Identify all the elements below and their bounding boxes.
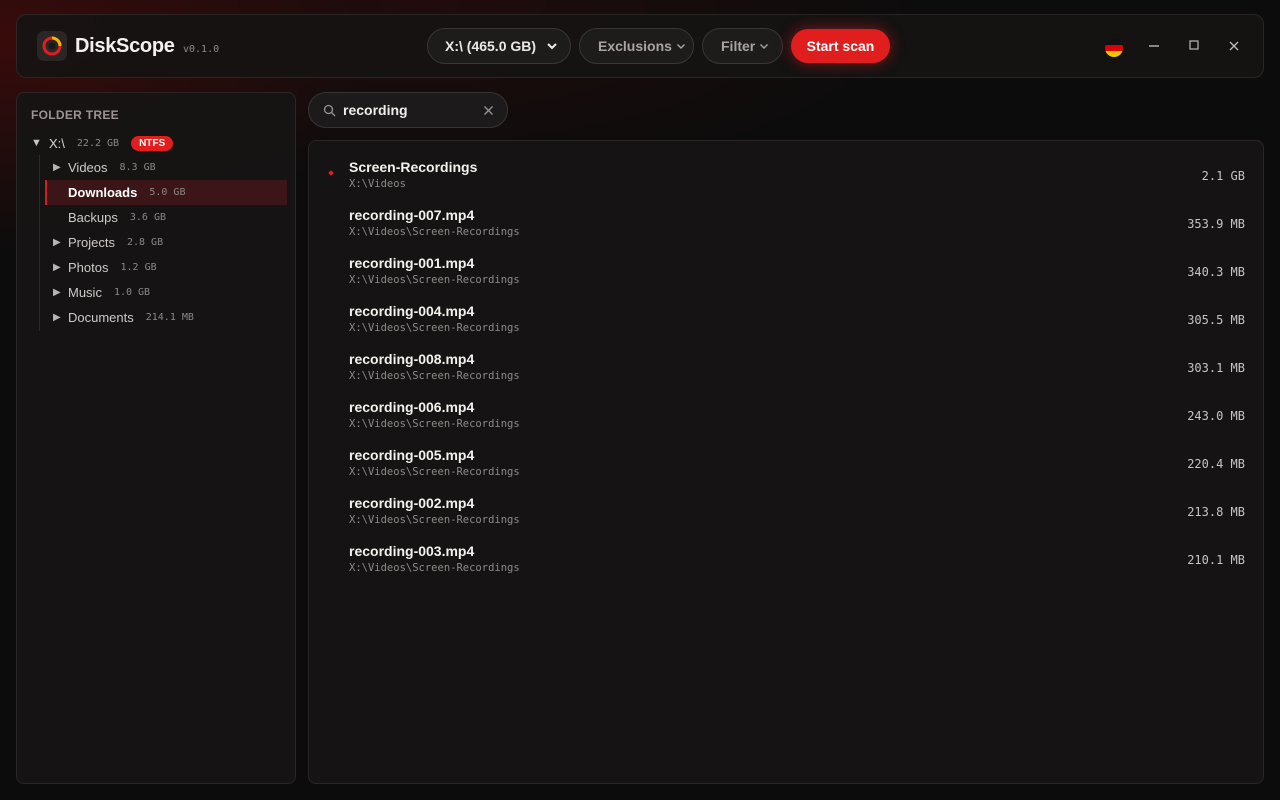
search-results-panel: Screen-Recordings X:\Videos 2.1 GB recor… bbox=[308, 140, 1264, 784]
tree-root-drive[interactable]: ▼ X:\ 22.2 GB NTFS bbox=[31, 133, 174, 153]
exclusions-label: Exclusions bbox=[598, 38, 672, 54]
exclusions-button[interactable]: Exclusions bbox=[579, 28, 694, 64]
result-size: 210.1 MB bbox=[1187, 553, 1245, 567]
tree-item-label: Music bbox=[68, 285, 102, 300]
tree-item-music[interactable]: ▶ Music 1.0 GB bbox=[45, 280, 287, 305]
tree-item-videos[interactable]: ▶ Videos 8.3 GB bbox=[45, 155, 287, 180]
tree-item-size: 3.6 GB bbox=[129, 212, 166, 223]
expand-triangle-icon[interactable]: ▼ bbox=[31, 137, 49, 149]
result-name: recording-004.mp4 bbox=[349, 303, 475, 319]
maximize-icon[interactable] bbox=[1185, 37, 1203, 55]
result-path: X:\Videos\Screen-Recordings bbox=[349, 274, 520, 286]
tree-root-size: 22.2 GB bbox=[76, 137, 120, 149]
tree-item-backups[interactable]: Backups 3.6 GB bbox=[45, 205, 287, 230]
folder-tree-title: FOLDER TREE bbox=[31, 108, 119, 122]
tree-item-label: Documents bbox=[68, 310, 134, 325]
result-size: 303.1 MB bbox=[1187, 361, 1245, 375]
result-size: 340.3 MB bbox=[1187, 265, 1245, 279]
folder-marker-icon bbox=[328, 170, 334, 176]
result-row[interactable]: recording-007.mp4 X:\Videos\Screen-Recor… bbox=[309, 195, 1263, 243]
tree-item-photos[interactable]: ▶ Photos 1.2 GB bbox=[45, 255, 287, 280]
result-row[interactable]: recording-008.mp4 X:\Videos\Screen-Recor… bbox=[309, 339, 1263, 387]
tree-item-projects[interactable]: ▶ Projects 2.8 GB bbox=[45, 230, 287, 255]
chevron-down-icon bbox=[676, 44, 685, 49]
result-row[interactable]: recording-006.mp4 X:\Videos\Screen-Recor… bbox=[309, 387, 1263, 435]
result-name: recording-005.mp4 bbox=[349, 447, 475, 463]
result-name: recording-001.mp4 bbox=[349, 255, 475, 271]
result-path: X:\Videos\Screen-Recordings bbox=[349, 322, 520, 334]
result-size: 2.1 GB bbox=[1201, 169, 1245, 183]
search-box[interactable] bbox=[308, 92, 508, 128]
result-name: recording-002.mp4 bbox=[349, 495, 475, 511]
result-size: 353.9 MB bbox=[1187, 217, 1245, 231]
language-flag-icon[interactable] bbox=[1105, 39, 1123, 57]
chevron-down-icon bbox=[547, 43, 557, 50]
search-icon bbox=[323, 104, 336, 117]
result-path: X:\Videos\Screen-Recordings bbox=[349, 466, 520, 478]
tree-item-size: 1.0 GB bbox=[113, 287, 151, 298]
tree-item-size: 2.8 GB bbox=[126, 237, 164, 248]
result-path: X:\Videos\Screen-Recordings bbox=[349, 514, 520, 526]
result-name: recording-007.mp4 bbox=[349, 207, 475, 223]
result-row[interactable]: recording-005.mp4 X:\Videos\Screen-Recor… bbox=[309, 435, 1263, 483]
tree-root-label: X:\ bbox=[49, 135, 65, 151]
chevron-down-icon bbox=[760, 44, 769, 49]
tree-item-downloads[interactable]: Downloads 5.0 GB bbox=[45, 180, 287, 205]
tree-item-label: Downloads bbox=[68, 185, 138, 200]
result-name: recording-006.mp4 bbox=[349, 399, 475, 415]
result-size: 213.8 MB bbox=[1187, 505, 1245, 519]
result-path: X:\Videos bbox=[349, 178, 406, 190]
tree-item-size: 1.2 GB bbox=[120, 262, 157, 273]
result-size: 220.4 MB bbox=[1187, 457, 1245, 471]
result-size: 305.5 MB bbox=[1187, 313, 1245, 327]
tree-item-label: Projects bbox=[68, 235, 115, 250]
result-name: Screen-Recordings bbox=[349, 159, 478, 175]
drive-select-label: X:\ (465.0 GB) bbox=[445, 38, 537, 54]
minimize-icon[interactable] bbox=[1145, 37, 1163, 55]
expand-triangle-icon[interactable]: ▶ bbox=[53, 162, 68, 173]
expand-triangle-icon[interactable]: ▶ bbox=[53, 262, 68, 273]
result-row[interactable]: recording-002.mp4 X:\Videos\Screen-Recor… bbox=[309, 483, 1263, 531]
tree-item-size: 214.1 MB bbox=[145, 312, 194, 323]
tree-item-documents[interactable]: ▶ Documents 214.1 MB bbox=[45, 305, 287, 330]
drive-select[interactable]: X:\ (465.0 GB) bbox=[427, 28, 571, 64]
tree-item-label: Videos bbox=[68, 160, 108, 175]
tree-item-label: Backups bbox=[68, 210, 118, 225]
filter-button[interactable]: Filter bbox=[702, 28, 783, 64]
tree-item-label: Photos bbox=[68, 260, 109, 275]
result-name: recording-008.mp4 bbox=[349, 351, 475, 367]
result-row-folder[interactable]: Screen-Recordings X:\Videos 2.1 GB bbox=[309, 147, 1263, 195]
expand-triangle-icon[interactable]: ▶ bbox=[53, 312, 68, 323]
expand-triangle-icon[interactable]: ▶ bbox=[53, 287, 68, 298]
folder-tree-panel: FOLDER TREE ▼ X:\ 22.2 GB NTFS ▶ Videos … bbox=[16, 92, 296, 784]
app-logo-icon bbox=[37, 31, 67, 61]
search-input[interactable] bbox=[343, 101, 473, 119]
app-title: DiskScope bbox=[75, 35, 175, 57]
result-name: recording-003.mp4 bbox=[349, 543, 475, 559]
start-scan-button[interactable]: Start scan bbox=[791, 29, 890, 63]
expand-triangle-icon[interactable]: ▶ bbox=[53, 237, 68, 248]
result-path: X:\Videos\Screen-Recordings bbox=[349, 418, 520, 430]
result-row[interactable]: recording-003.mp4 X:\Videos\Screen-Recor… bbox=[309, 531, 1263, 579]
close-icon[interactable] bbox=[483, 105, 494, 116]
result-row[interactable]: recording-001.mp4 X:\Videos\Screen-Recor… bbox=[309, 243, 1263, 291]
filter-label: Filter bbox=[721, 38, 756, 54]
result-row[interactable]: recording-004.mp4 X:\Videos\Screen-Recor… bbox=[309, 291, 1263, 339]
result-path: X:\Videos\Screen-Recordings bbox=[349, 562, 520, 574]
result-path: X:\Videos\Screen-Recordings bbox=[349, 370, 520, 382]
app-version: v0.1.0 bbox=[183, 44, 220, 55]
filesystem-badge: NTFS bbox=[131, 135, 174, 151]
tree-guide-line bbox=[39, 155, 40, 331]
tree-item-size: 5.0 GB bbox=[149, 187, 186, 198]
tree-item-size: 8.3 GB bbox=[119, 162, 156, 173]
close-icon[interactable] bbox=[1225, 37, 1243, 55]
result-size: 243.0 MB bbox=[1187, 409, 1245, 423]
app-header: DiskScope v0.1.0 X:\ (465.0 GB) Exclusio… bbox=[16, 14, 1264, 78]
result-path: X:\Videos\Screen-Recordings bbox=[349, 226, 520, 238]
